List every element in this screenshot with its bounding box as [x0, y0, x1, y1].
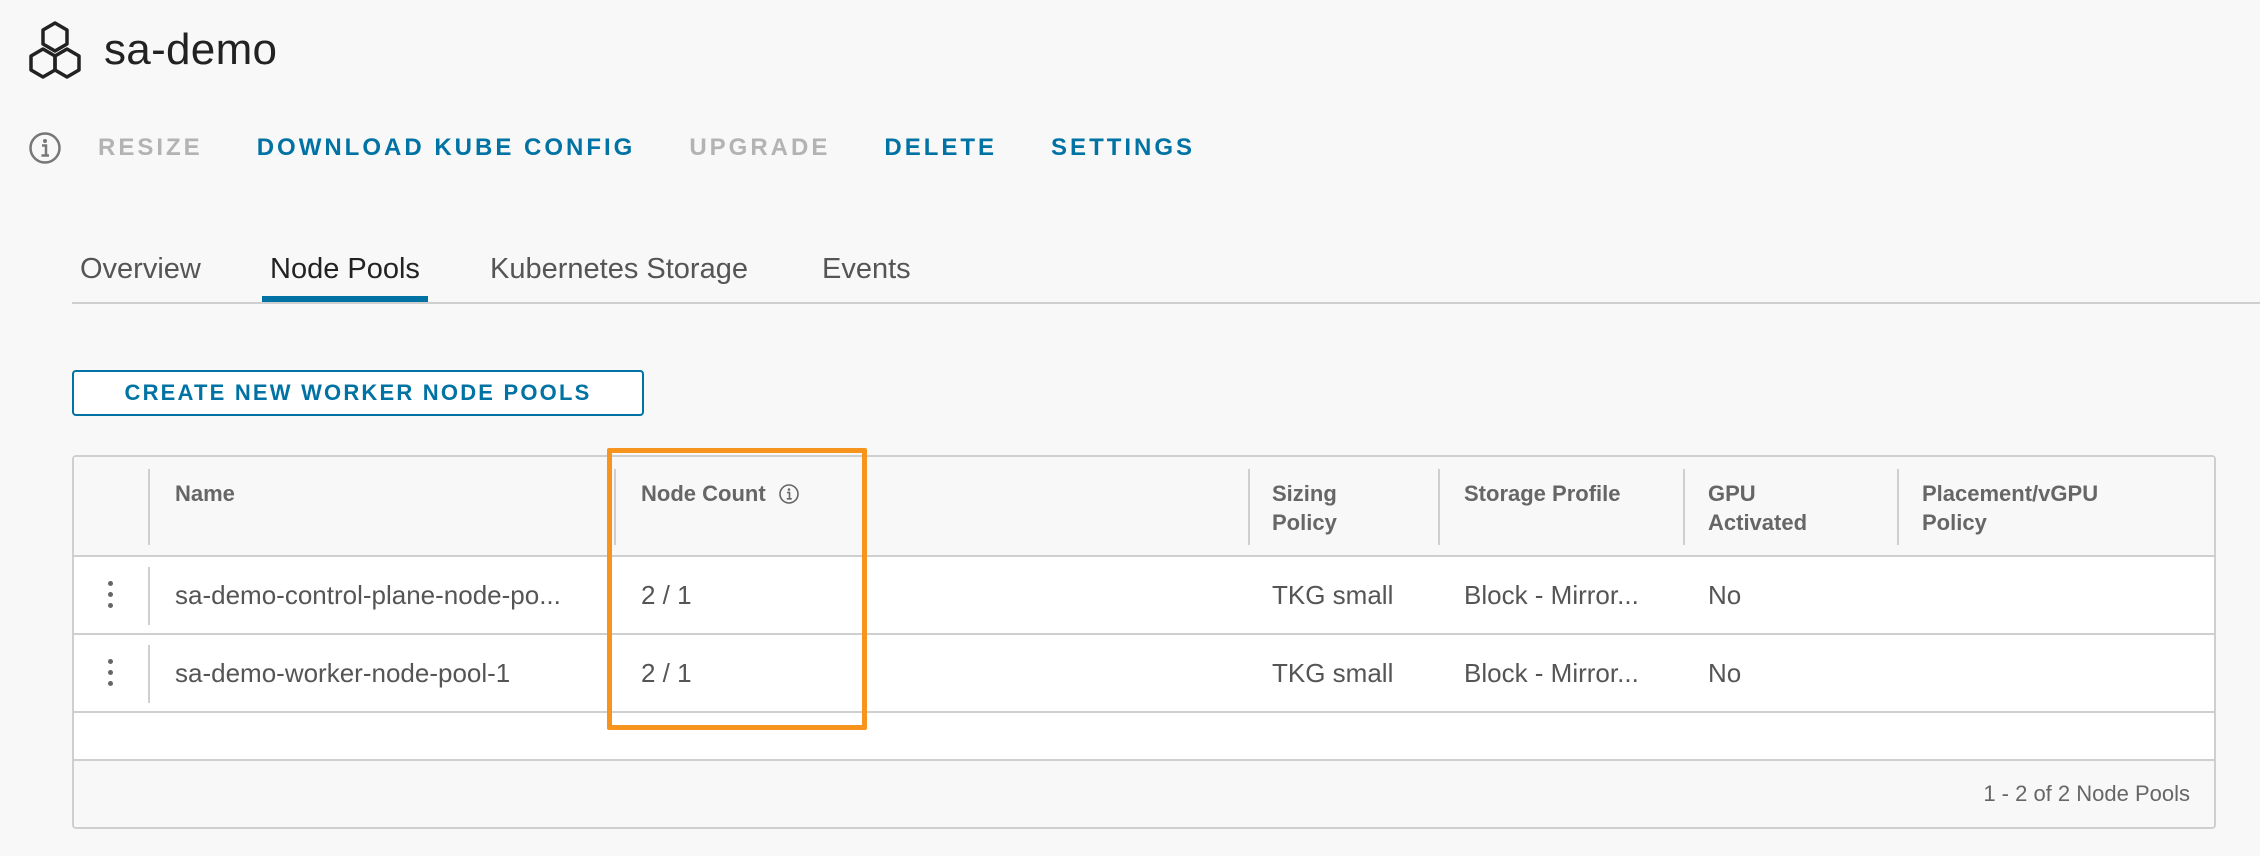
table-row: sa-demo-worker-node-pool-1 2 / 1 TKG sma…: [74, 635, 2214, 713]
column-divider[interactable]: [614, 469, 616, 545]
upgrade-button[interactable]: UPGRADE: [689, 134, 830, 162]
column-header-node-count-label: Node Count: [641, 481, 766, 506]
column-header-placement-line2: Policy: [1922, 510, 1987, 535]
info-icon[interactable]: [28, 131, 62, 165]
cell-sizing-policy: TKG small: [1272, 580, 1394, 610]
action-bar: RESIZE DOWNLOAD KUBE CONFIG UPGRADE DELE…: [28, 126, 1249, 170]
column-divider[interactable]: [1248, 469, 1250, 545]
column-header-node-count[interactable]: Node Count: [641, 479, 800, 508]
column-header-sizing-line2: Policy: [1272, 510, 1337, 535]
cell-node-count: 2 / 1: [641, 580, 692, 610]
tab-overview[interactable]: Overview: [80, 240, 201, 300]
page-header: sa-demo: [26, 20, 277, 80]
cell-storage-profile: Block - Mirror...: [1464, 580, 1639, 610]
tab-kubernetes-storage[interactable]: Kubernetes Storage: [490, 240, 748, 300]
cell-gpu-activated: No: [1708, 580, 1742, 610]
settings-button[interactable]: SETTINGS: [1051, 134, 1195, 162]
column-header-gpu-activated[interactable]: GPU Activated: [1708, 479, 1807, 537]
column-header-sizing-line1: Sizing: [1272, 481, 1337, 506]
download-kube-config-button[interactable]: DOWNLOAD KUBE CONFIG: [257, 134, 636, 162]
delete-button[interactable]: DELETE: [884, 134, 997, 162]
grid-footer: 1 - 2 of 2 Node Pools: [74, 759, 2214, 827]
row-divider: [148, 645, 150, 703]
column-header-placement-policy[interactable]: Placement/vGPU Policy: [1922, 479, 2098, 537]
column-divider[interactable]: [1897, 469, 1899, 545]
cell-name: sa-demo-control-plane-node-po...: [175, 580, 561, 610]
column-header-name[interactable]: Name: [175, 479, 235, 508]
column-header-sizing-policy[interactable]: Sizing Policy: [1272, 479, 1337, 537]
grid-header: Name Node Count Sizing Policy Storage Pr…: [74, 457, 2214, 557]
node-pools-grid: Name Node Count Sizing Policy Storage Pr…: [72, 455, 2216, 829]
column-header-storage-profile[interactable]: Storage Profile: [1464, 479, 1620, 508]
tab-events[interactable]: Events: [822, 240, 911, 300]
row-actions-kebab-icon[interactable]: [106, 659, 114, 689]
tab-node-pools[interactable]: Node Pools: [262, 240, 428, 302]
column-header-gpu-line2: Activated: [1708, 510, 1808, 535]
cell-gpu-activated: No: [1708, 658, 1742, 688]
row-divider: [148, 567, 150, 625]
row-actions-kebab-icon[interactable]: [106, 581, 114, 611]
pagination-count: 1 - 2 of 2 Node Pools: [1983, 781, 2190, 806]
cell-node-count: 2 / 1: [641, 658, 692, 688]
column-header-placement-line1: Placement/vGPU: [1922, 481, 2099, 506]
resize-button[interactable]: RESIZE: [98, 134, 203, 162]
tab-bar: Overview Node Pools Kubernetes Storage E…: [72, 240, 2260, 304]
table-row: sa-demo-control-plane-node-po... 2 / 1 T…: [74, 557, 2214, 635]
hexagon-cluster-icon: [29, 21, 81, 79]
create-worker-node-pools-button[interactable]: CREATE NEW WORKER NODE POOLS: [72, 370, 644, 416]
column-divider[interactable]: [1683, 469, 1685, 545]
column-divider: [148, 469, 150, 545]
cell-sizing-policy: TKG small: [1272, 658, 1394, 688]
page-title: sa-demo: [104, 25, 278, 74]
cell-storage-profile: Block - Mirror...: [1464, 658, 1639, 688]
info-icon[interactable]: [778, 483, 800, 505]
cell-name: sa-demo-worker-node-pool-1: [175, 658, 511, 688]
column-header-gpu-line1: GPU: [1708, 481, 1756, 506]
column-divider[interactable]: [1438, 469, 1440, 545]
